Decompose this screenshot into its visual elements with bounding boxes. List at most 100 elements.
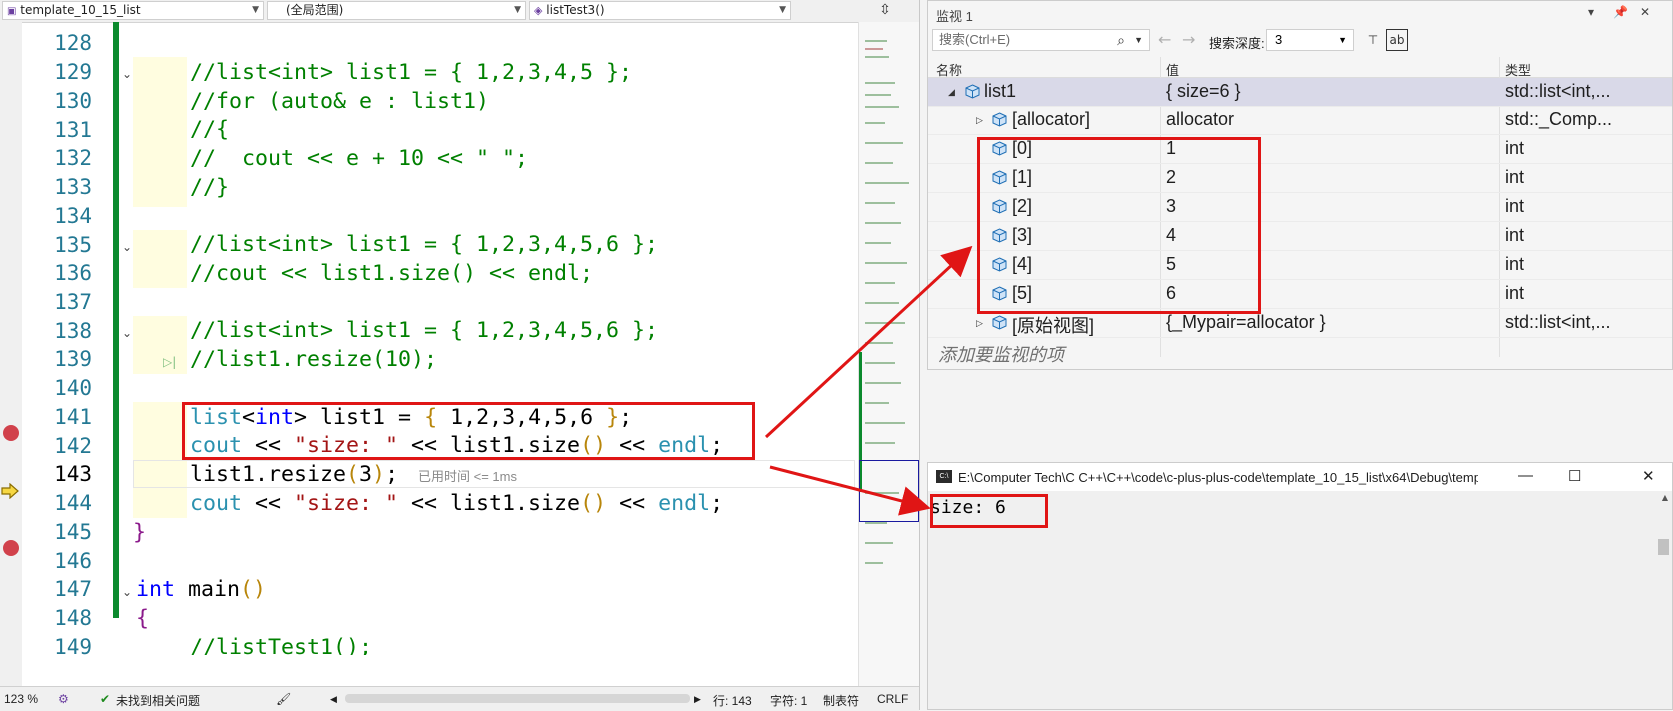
scroll-left-icon[interactable]: ◀ — [330, 694, 337, 705]
split-editor-icon[interactable]: ⇳ — [872, 1, 898, 20]
fold-toggle-icon[interactable]: ⌄ — [122, 67, 132, 81]
indent-indicator[interactable]: 制表符 — [823, 692, 859, 709]
line-number: 136 — [54, 261, 92, 285]
code-line[interactable]: //list<int> list1 = { 1,2,3,4,5 }; — [190, 58, 632, 88]
window-menu-icon[interactable]: ▾ — [1588, 5, 1594, 19]
breakpoint-gutter[interactable] — [0, 22, 22, 686]
console-scroll-thumb[interactable] — [1658, 539, 1669, 555]
annotation-box-code — [182, 402, 755, 460]
expand-icon[interactable]: ▷ — [976, 115, 983, 126]
code-line[interactable]: //listTest1(); — [190, 633, 372, 655]
line-highlight — [133, 316, 187, 374]
line-number: 135 — [54, 233, 92, 257]
horizontal-scrollbar[interactable] — [345, 694, 690, 703]
close-icon[interactable]: ✕ — [1642, 467, 1655, 485]
fold-toggle-icon[interactable]: ⌄ — [122, 326, 132, 340]
back-arrow-icon[interactable]: ← — [1158, 30, 1171, 49]
pin-icon[interactable]: 📌 — [1613, 5, 1628, 19]
code-line[interactable]: //list1.resize(10); — [190, 345, 437, 375]
brush-icon[interactable]: 🖌 — [276, 692, 291, 706]
search-placeholder: 搜索(Ctrl+E) — [939, 32, 1011, 47]
collapse-icon[interactable]: ◢ — [948, 87, 955, 98]
code-line[interactable]: } — [133, 518, 146, 548]
line-indicator[interactable]: 行: 143 — [713, 692, 752, 709]
watch-row-allocator[interactable]: ▷ [allocator] allocator std::_Comp... — [928, 106, 1672, 135]
minimap-scrollbar[interactable] — [858, 22, 919, 686]
line-number: 149 — [54, 635, 92, 659]
column-value-header[interactable]: 值 — [1166, 60, 1179, 79]
watch-value[interactable]: allocator — [1166, 109, 1496, 130]
minimize-icon[interactable]: — — [1518, 467, 1533, 484]
variable-icon — [992, 112, 1007, 127]
line-number: 132 — [54, 146, 92, 170]
scope-dropdown[interactable]: (全局范围) ▼ — [267, 1, 526, 20]
search-depth-select[interactable]: 3 ▼ — [1266, 29, 1354, 51]
chevron-down-icon[interactable]: ▼ — [1134, 30, 1143, 50]
chevron-down-icon: ▼ — [514, 5, 521, 15]
scope-dropdown-label: (全局范围) — [286, 3, 344, 17]
line-number: 147 — [54, 577, 92, 601]
line-number: 144 — [54, 491, 92, 515]
project-dropdown[interactable]: ▣ template_10_15_list ▼ — [2, 1, 264, 20]
variable-icon — [992, 315, 1007, 330]
function-dropdown-label: listTest3() — [546, 3, 605, 17]
pin-expression-icon[interactable]: ⊤ — [1362, 29, 1384, 51]
close-icon[interactable]: ✕ — [1640, 5, 1650, 19]
line-number: 128 — [54, 31, 92, 55]
watch-name: list1 — [984, 81, 1017, 101]
watch-type: int — [1505, 283, 1525, 303]
watch-row-list1[interactable]: ◢ list1 { size=6 } std::list<int,... — [928, 78, 1672, 107]
console-title: E:\Computer Tech\C C++\C++\code\c-plus-p… — [958, 470, 1478, 485]
function-dropdown[interactable]: ◈ listTest3() ▼ — [529, 1, 791, 20]
scroll-right-icon[interactable]: ▶ — [694, 694, 701, 705]
fold-toggle-icon[interactable]: ⌄ — [122, 585, 132, 599]
code-editor[interactable]: ▣ template_10_15_list ▼ (全局范围) ▼ ◈ listT… — [0, 0, 920, 711]
code-line[interactable]: // cout << e + 10 << " "; — [190, 144, 528, 174]
watch-search-input[interactable]: 搜索(Ctrl+E) ⌕ ▼ — [932, 29, 1150, 51]
line-number: 131 — [54, 118, 92, 142]
code-line[interactable]: //} — [190, 173, 229, 203]
watch-type: std::_Comp... — [1505, 109, 1613, 129]
line-highlight — [133, 230, 187, 288]
quick-action-icon[interactable]: ▷| — [163, 355, 176, 369]
code-line[interactable]: //list<int> list1 = { 1,2,3,4,5,6 }; — [190, 316, 658, 346]
line-highlight — [133, 57, 187, 207]
search-icon[interactable]: ⌕ — [1117, 30, 1125, 50]
hex-view-icon[interactable]: ab — [1386, 29, 1408, 51]
char-indicator[interactable]: 字符: 1 — [770, 692, 807, 709]
column-type-header[interactable]: 类型 — [1505, 60, 1531, 79]
zoom-level[interactable]: 123 % — [4, 692, 38, 706]
code-line[interactable]: { — [136, 604, 149, 634]
watch-value[interactable]: {_Mypair=allocator } — [1166, 312, 1496, 333]
console-icon: C:\ — [936, 470, 952, 483]
maximize-icon[interactable]: ☐ — [1568, 467, 1581, 485]
add-watch-item[interactable]: 添加要监视的项 — [938, 341, 1064, 367]
breakpoint-icon[interactable] — [3, 425, 19, 441]
breakpoint-icon[interactable] — [3, 540, 19, 556]
instruction-pointer-icon — [1, 483, 19, 499]
code-line[interactable]: //cout << list1.size() << endl; — [190, 259, 593, 289]
column-name-header[interactable]: 名称 — [936, 60, 962, 79]
code-line[interactable]: //list<int> list1 = { 1,2,3,4,5,6 }; — [190, 230, 658, 260]
change-tracking-bar — [113, 22, 119, 618]
code-line[interactable]: //for (auto& e : list1) — [190, 87, 489, 117]
code-line-144[interactable]: cout << "size: " << list1.size() << endl… — [190, 489, 723, 519]
code-line-143[interactable]: list1.resize(3); — [190, 460, 398, 490]
line-number: 146 — [54, 549, 92, 573]
code-line[interactable]: //{ — [190, 115, 229, 145]
forward-arrow-icon[interactable]: → — [1182, 30, 1195, 49]
live-share-icon[interactable]: ⚙ — [58, 692, 69, 706]
watch-value[interactable]: { size=6 } — [1166, 81, 1496, 102]
editor-status-bar: 123 % ⚙ ✔ 未找到相关问题 🖌 ◀ ▶ 行: 143 字符: 1 制表符… — [0, 686, 919, 711]
expand-icon[interactable]: ▷ — [976, 318, 983, 329]
eol-indicator[interactable]: CRLF — [877, 692, 908, 706]
scroll-up-icon[interactable]: ▲ — [1662, 493, 1668, 502]
minimap-viewport[interactable] — [859, 460, 919, 522]
console-scrollbar[interactable]: ▲ — [1655, 491, 1672, 709]
fold-toggle-icon[interactable]: ⌄ — [122, 240, 132, 254]
code-line-main[interactable]: int main() — [136, 575, 266, 605]
line-number: 148 — [54, 606, 92, 630]
issues-status[interactable]: 未找到相关问题 — [116, 692, 200, 709]
line-numbers: 128 129 130 131 132 133 134 135 136 137 … — [22, 22, 92, 686]
check-icon: ✔ — [100, 692, 111, 706]
